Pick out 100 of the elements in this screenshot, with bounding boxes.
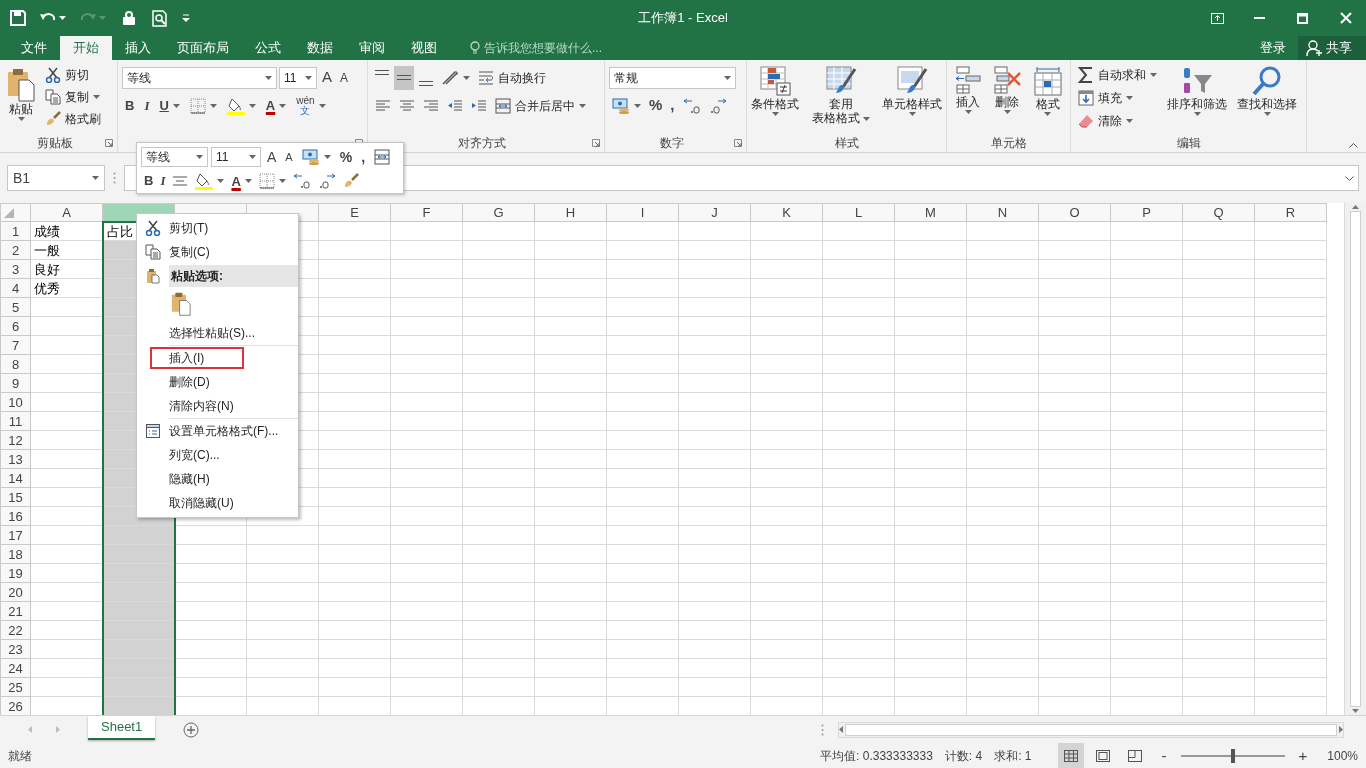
font-size-select[interactable]: 11 (211, 147, 261, 167)
print-preview-button[interactable] (150, 7, 170, 29)
table-format-button[interactable]: 套用 表格格式 (808, 64, 873, 134)
column-header[interactable]: P (1110, 203, 1183, 222)
format-cells-button[interactable]: 格式 (1029, 64, 1066, 134)
name-box[interactable]: B1 (7, 165, 105, 191)
underline-button[interactable]: U (156, 94, 183, 117)
fill-button[interactable]: 填充 (1075, 87, 1160, 109)
caret-icon (964, 110, 972, 114)
grip-icon (821, 723, 824, 736)
insert-cells-button[interactable]: 插入 (951, 64, 986, 134)
find-select-button[interactable]: 查找和选择 (1234, 64, 1300, 134)
paste-option-button[interactable] (169, 290, 193, 318)
caret-icon (248, 103, 256, 108)
column-header[interactable]: K (750, 203, 823, 222)
column-header[interactable]: E (318, 203, 391, 222)
menu-item[interactable]: 选择性粘贴(S)... (137, 321, 298, 345)
tell-me-field[interactable]: 告诉我您想要做什么... (464, 36, 608, 60)
column-header[interactable]: H (534, 203, 607, 222)
merge-center-button[interactable]: 合并后居中 (492, 94, 589, 117)
cut-button[interactable]: 剪切 (42, 64, 104, 86)
view-button[interactable] (1057, 743, 1084, 768)
menu-item[interactable]: 删除(D) (137, 370, 298, 394)
scissors-icon (45, 67, 61, 83)
menu-item[interactable]: 清除内容(N) (137, 394, 298, 418)
delete-cells-button[interactable]: 删除 (989, 64, 1026, 134)
ribbon-tab[interactable]: 视图 (398, 36, 450, 60)
vertical-scrollbar[interactable] (1344, 203, 1366, 715)
ribbon-tab[interactable]: 公式 (242, 36, 294, 60)
menu-item[interactable]: 插入(I) (149, 346, 245, 370)
grow-font-button[interactable]: A (264, 146, 280, 168)
copy-button[interactable]: 复制 (42, 86, 104, 108)
italic-button[interactable]: I (141, 94, 153, 117)
column-header[interactable]: G (462, 203, 535, 222)
accounting-icon (612, 97, 630, 114)
ribbon-tab[interactable]: 页面布局 (164, 36, 242, 60)
column-header[interactable]: R (1254, 203, 1327, 222)
middle-align-icon (397, 75, 411, 80)
ribbon-tab[interactable]: 审阅 (346, 36, 398, 60)
column-header[interactable]: O (1038, 203, 1111, 222)
eraser-icon (1078, 113, 1094, 129)
percent-button[interactable]: % (336, 146, 356, 168)
menu-item[interactable]: 列宽(C)... (137, 443, 298, 467)
autosum-button[interactable]: 自动求和 (1075, 64, 1160, 86)
share-button[interactable]: 共享 (1298, 36, 1366, 60)
menu-item[interactable]: 取消隐藏(U) (137, 491, 298, 515)
ribbon-tab[interactable]: 数据 (294, 36, 346, 60)
comma-button[interactable]: , (667, 94, 678, 117)
shrink-font-button[interactable]: A (282, 146, 296, 168)
add-sheet-button[interactable] (183, 721, 200, 738)
column-header[interactable]: A (30, 203, 103, 222)
grip-icon (113, 172, 116, 184)
font-color-button[interactable]: A (228, 170, 255, 192)
column-header[interactable]: M (894, 203, 967, 222)
cell-styles-button[interactable]: 单元格样式 (879, 64, 945, 134)
menu-item[interactable]: 复制(C) (137, 240, 298, 264)
shrink-font-button[interactable]: A (337, 66, 352, 89)
column-header[interactable]: Q (1182, 203, 1255, 222)
zoom-in-button[interactable]: + (1296, 748, 1310, 763)
column-header[interactable]: N (966, 203, 1039, 222)
menu-item[interactable]: 剪切(T) (137, 216, 298, 240)
column-header[interactable]: L (822, 203, 895, 222)
ribbon-tab[interactable]: 文件 (8, 36, 60, 60)
ribbon-tab[interactable]: 开始 (60, 36, 112, 60)
paste-button[interactable]: 粘贴 (4, 64, 38, 134)
zoom-out-button[interactable]: - (1159, 748, 1169, 763)
vertical-align-button[interactable] (394, 65, 414, 90)
horizontal-scrollbar[interactable] (838, 721, 1344, 738)
menu-item[interactable]: 设置单元格格式(F)... (137, 419, 298, 443)
italic-button[interactable]: I (157, 170, 169, 192)
ribbon-tab[interactable]: 插入 (112, 36, 164, 60)
percent-button[interactable]: % (646, 94, 666, 117)
comma-button[interactable]: , (358, 146, 369, 168)
save-button[interactable] (8, 8, 28, 28)
top-align-icon (375, 69, 389, 75)
column-header[interactable]: F (390, 203, 463, 222)
format-painter-button[interactable]: 格式刷 (42, 108, 104, 130)
number-format-select[interactable]: 常规 (609, 66, 736, 89)
grow-font-button[interactable]: A (319, 66, 335, 89)
conditional-format-button[interactable]: 条件格式 (748, 64, 802, 134)
font-select[interactable]: 等线 (141, 147, 208, 167)
phonetic-button[interactable]: wén 文 (293, 94, 329, 117)
menu-item[interactable]: 隐藏(H) (137, 467, 298, 491)
sign-in-link[interactable]: 登录 (1248, 36, 1298, 60)
font-select[interactable]: 等线 (122, 66, 277, 89)
font-size-select[interactable]: 11 (279, 66, 317, 89)
sort-filter-button[interactable]: 排序和筛选 (1164, 64, 1230, 134)
bold-button[interactable]: B (141, 170, 157, 192)
clear-button[interactable]: 清除 (1075, 110, 1160, 132)
slider-thumb[interactable] (1230, 748, 1235, 763)
customize-toolbar-button[interactable] (180, 12, 192, 24)
wrap-text-button[interactable]: 自动换行 (475, 66, 549, 89)
sheet-tab[interactable]: Sheet1 (88, 716, 156, 740)
group-label: 编辑 (1175, 135, 1202, 152)
bold-button[interactable]: B (122, 94, 138, 117)
column-header[interactable]: I (606, 203, 679, 222)
font-color-button[interactable]: A (262, 94, 290, 117)
merge-cells-icon (374, 149, 391, 165)
align-right-icon (423, 97, 439, 114)
column-header[interactable]: J (678, 203, 751, 222)
